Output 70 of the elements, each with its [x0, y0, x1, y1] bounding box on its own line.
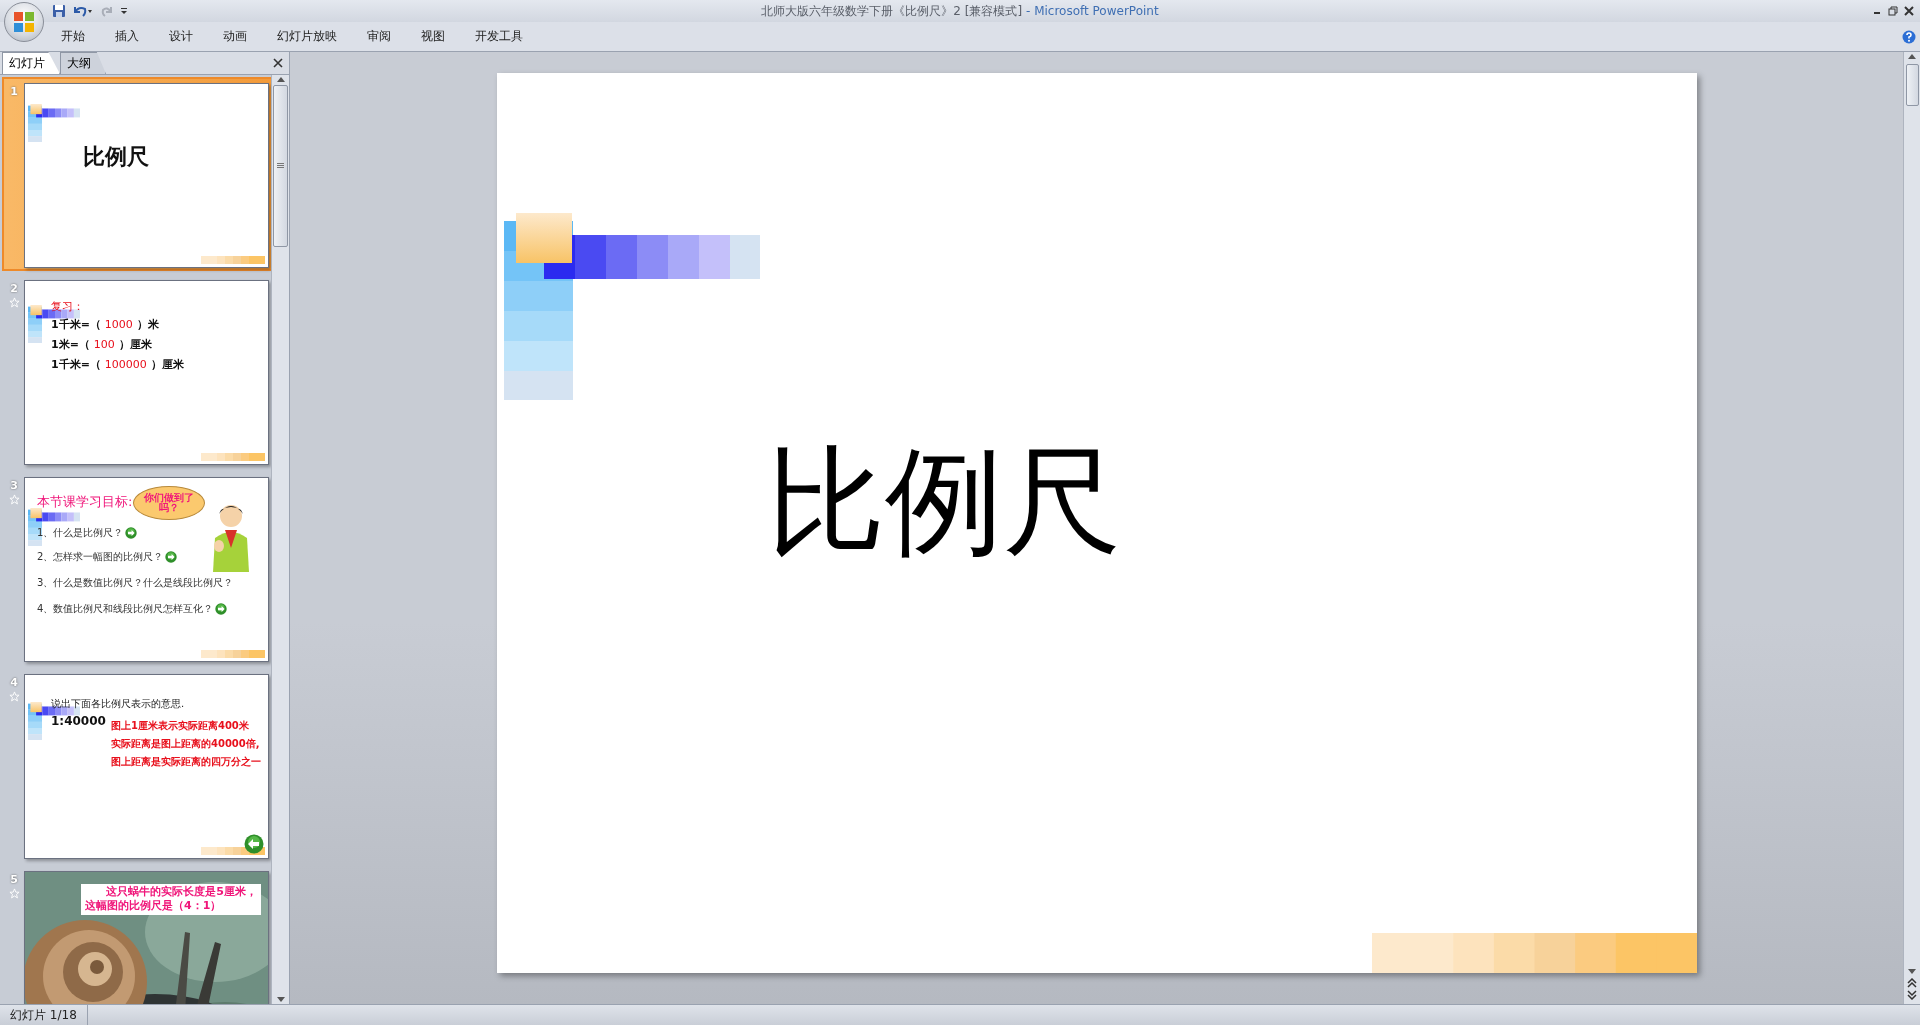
ribbon-tab[interactable]: 动画 — [208, 28, 262, 45]
next-slide-icon[interactable] — [1907, 990, 1917, 1000]
slide-position: 幻灯片 1/18 — [0, 1005, 88, 1025]
slide-number: 5 — [10, 873, 18, 886]
slide-heading: 本节课学习目标: — [37, 493, 133, 511]
slide-thumbnail[interactable]: 这只蜗牛的实际长度是5厘米， 这幅图的比例尺是（4：1） — [24, 871, 269, 1004]
slide-thumbnail[interactable]: 复习： 1千米=（ 1000 ）米 1米=（ 100 ）厘米 1千米=（ 100000 ）厘米 — [24, 280, 269, 465]
customize-caret-icon[interactable] — [120, 6, 128, 16]
close-icon[interactable] — [273, 58, 283, 68]
scroll-down-icon[interactable] — [1907, 968, 1917, 976]
ribbon-tab[interactable]: 审阅 — [352, 28, 406, 45]
instruction-text: 说出下面各比例尺表示的意思. — [51, 697, 185, 711]
slide-thumbnail[interactable]: 本节课学习目标: 你们做到了吗？ 1、什么是比例尺？ 2、怎样求一幅图的比例尺？ 3、什么是数值比例尺？什么是线段比例尺？ 4、数值比例尺和线段比例尺怎样互化？ — [24, 477, 269, 662]
arrow-icon[interactable] — [165, 551, 178, 563]
slide-thumbnail-row[interactable]: 4 说出下面各比例尺表示的意思. 1:40000 图上1厘米表示实际距离400米 实际距离是图上距离的40000倍, 图上距离是实际距离的四万分之一 — [4, 670, 271, 860]
pane-tab[interactable]: 大纲 — [60, 52, 106, 74]
slide-title: 比例尺 — [766, 431, 1121, 572]
corner-decoration-drawing — [28, 104, 80, 142]
slide-thumbnail-row[interactable]: 3 本节课学习目标: 你们做到了吗？ 1、什么是比例尺？ 2、怎样求一幅图的比例尺？ 3、什么是数值比例尺？什么是线段比例尺？ 4、数值比例尺和线段比例尺怎样互化？ — [4, 473, 271, 663]
corner-strip-drawing — [201, 256, 265, 264]
arrow-icon[interactable] — [215, 603, 228, 615]
ribbon-tab[interactable]: 开始 — [46, 28, 100, 45]
corner-decoration-drawing — [28, 508, 80, 546]
corner-strip-drawing — [201, 650, 265, 658]
help-icon[interactable] — [1902, 29, 1916, 44]
slide-thumbnail-row[interactable]: 2 复习： 1千米=（ 1000 ）米 1米=（ 100 ）厘米 1千米=（ 100000 ）厘米 — [4, 276, 271, 466]
goal-text: 2、怎样求一幅图的比例尺？ — [37, 550, 164, 564]
slide-title: 比例尺 — [83, 143, 149, 171]
goal-text: 3、什么是数值比例尺？什么是线段比例尺？ — [37, 576, 234, 590]
goal-text: 4、数值比例尺和线段比例尺怎样互化？ — [37, 602, 214, 616]
ribbon-tab[interactable]: 视图 — [406, 28, 460, 45]
equation-text: 1千米=（ 100000 ）厘米 — [51, 357, 184, 372]
save-icon[interactable] — [52, 4, 66, 18]
logo-icon — [12, 10, 36, 34]
slide-number: 3 — [10, 479, 18, 492]
caption-text: 这只蜗牛的实际长度是5厘米， 这幅图的比例尺是（4：1） — [81, 884, 261, 915]
equation-text: 1米=（ 100 ）厘米 — [51, 337, 152, 352]
close-icon[interactable] — [1904, 6, 1914, 16]
ribbon-tab[interactable]: 设计 — [154, 28, 208, 45]
slide-number: 2 — [10, 282, 18, 295]
equation-text: 1千米=（ 1000 ）米 — [51, 317, 159, 332]
slide-thumbnail[interactable]: 说出下面各比例尺表示的意思. 1:40000 图上1厘米表示实际距离400米 实际距离是图上距离的40000倍, 图上距离是实际距离的四万分之一 — [24, 674, 269, 859]
goal-text: 1、什么是比例尺？ — [37, 526, 124, 540]
arrow-icon[interactable] — [125, 527, 138, 539]
corner-strip-drawing — [201, 847, 265, 855]
document-title: 北师大版六年级数学下册《比例尺》2 [兼容模式] — [761, 4, 1023, 18]
thought-bubble: 你们做到了吗？ — [133, 486, 205, 520]
redo-icon — [100, 4, 114, 18]
slide-number: 1 — [10, 85, 18, 98]
slide-thumbnail-row[interactable]: 1 比例尺 — [4, 79, 271, 269]
ratio-text: 1:40000 — [51, 714, 106, 728]
restore-icon[interactable] — [1888, 6, 1898, 16]
app-name: - Microsoft PowerPoint — [1025, 4, 1159, 18]
slide-heading: 复习： — [51, 299, 84, 314]
undo-icon[interactable] — [72, 4, 94, 18]
scrollbar-thumb[interactable] — [273, 85, 288, 247]
ribbon-tab[interactable]: 幻灯片放映 — [262, 28, 352, 45]
scrollbar-thumb[interactable] — [1905, 64, 1919, 106]
pane-tab[interactable]: 幻灯片 — [2, 52, 60, 74]
grip-icon — [277, 163, 284, 169]
explanation-text: 实际距离是图上距离的40000倍, — [111, 737, 260, 751]
slide-thumbnail[interactable]: 比例尺 — [24, 83, 269, 268]
ribbon-tab[interactable]: 插入 — [100, 28, 154, 45]
slide-number: 4 — [10, 676, 18, 689]
ribbon-tab[interactable]: 开发工具 — [460, 28, 538, 45]
slide-thumbnail-row[interactable]: 5 这只蜗牛的实际长度是5厘米， 这幅图的比例尺是（4：1） — [4, 867, 271, 1004]
corner-strip-drawing — [201, 453, 265, 461]
explanation-text: 图上1厘米表示实际距离400米 — [111, 719, 249, 733]
previous-slide-icon[interactable] — [1907, 978, 1917, 988]
explanation-text: 图上距离是实际距离的四万分之一 — [111, 755, 261, 769]
